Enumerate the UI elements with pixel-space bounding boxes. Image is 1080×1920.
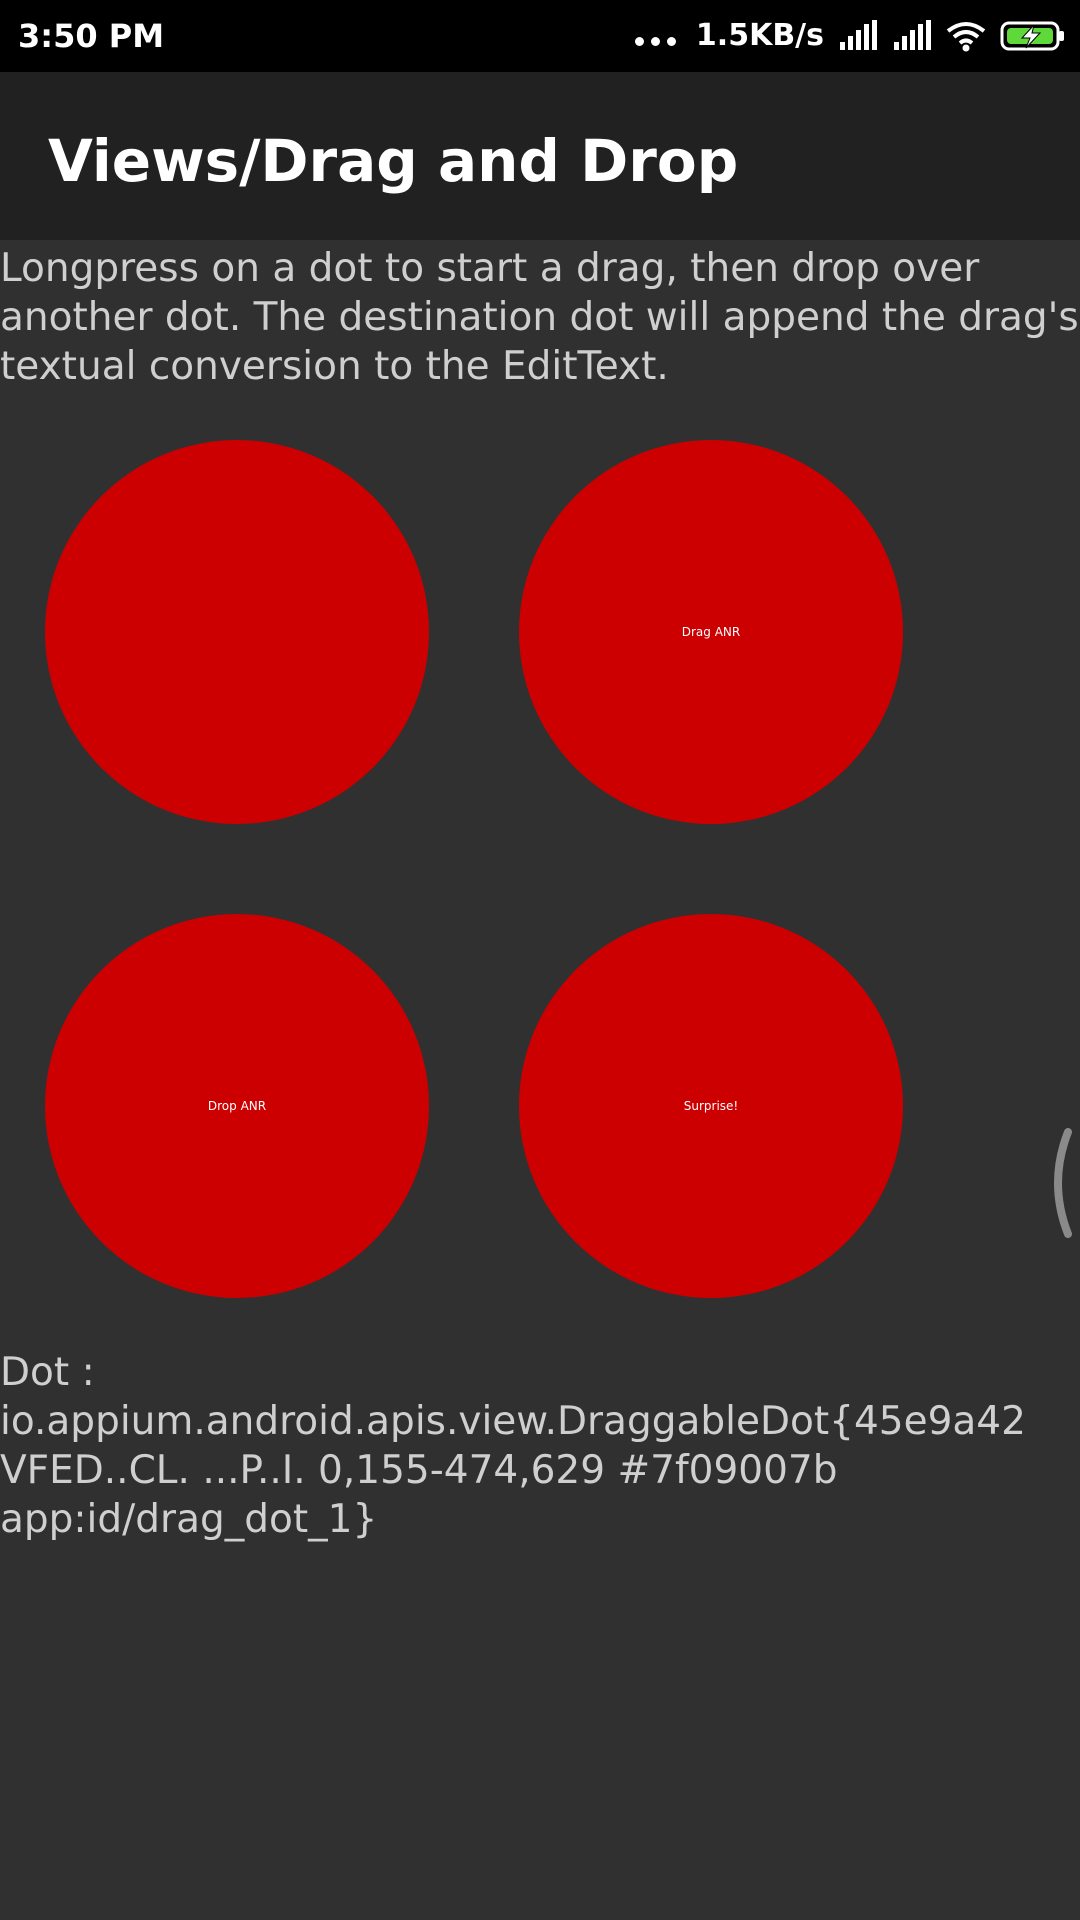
status-bar: 3:50 PM 1.5KB/s [0,0,1080,72]
network-speed: 1.5KB/s [695,18,824,53]
signal-icon [840,20,877,50]
draggable-dot-1[interactable] [45,440,429,824]
signal-icon [894,20,931,50]
wifi-icon [946,22,986,52]
drop-anr-dot[interactable]: Drop ANR [45,914,429,1298]
dot-3-label: Drop ANR [207,1099,267,1113]
battery-charging-icon [1000,21,1064,51]
dot-2-label: Drag ANR [681,625,741,639]
status-time: 3:50 PM [18,17,165,55]
drag-anr-dot[interactable]: Drag ANR [519,440,903,824]
app-bar: Views/Drag and Drop [0,72,1080,240]
dot-4-label: Surprise! [683,1099,739,1113]
surprise-dot[interactable]: Surprise! [519,914,903,1298]
result-text: Dot : io.appium.android.apis.view.Dragga… [0,1350,1026,1542]
more-dots-icon [634,36,676,46]
page-title: Views/Drag and Drop [48,127,739,195]
instructions-text: Longpress on a dot to start a drag, then… [0,246,1079,389]
edge-handle-icon[interactable] [1044,1128,1080,1238]
status-icons: 1.5KB/s [634,14,1066,58]
